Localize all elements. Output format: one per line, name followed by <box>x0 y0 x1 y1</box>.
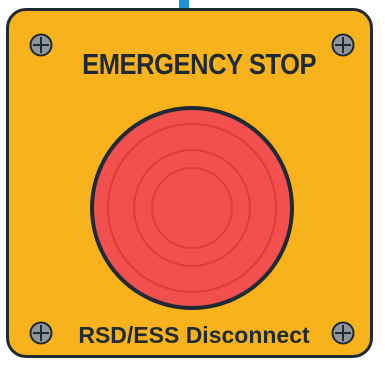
emergency-stop-panel: EMERGENCY STOP RSD/ESS Disconnect <box>6 8 373 358</box>
screw-icon <box>331 33 355 57</box>
screw-icon <box>29 33 53 57</box>
emergency-stop-graphic: EMERGENCY STOP RSD/ESS Disconnect <box>0 0 385 366</box>
screw-icon <box>331 321 355 345</box>
panel-title: EMERGENCY STOP <box>82 49 317 81</box>
screw-icon <box>29 321 53 345</box>
footer-label: RSD/ESS Disconnect <box>78 322 310 348</box>
emergency-stop-button[interactable] <box>87 103 297 313</box>
